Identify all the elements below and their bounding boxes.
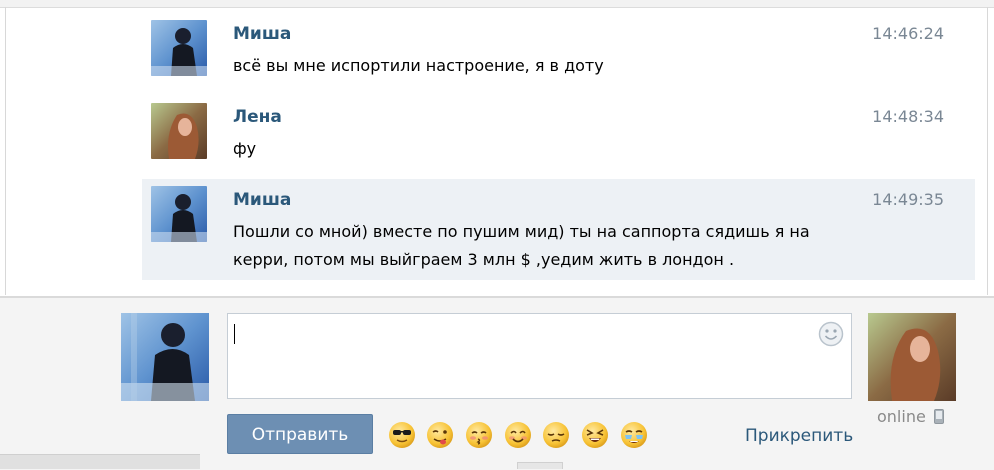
message-text: фу [233, 139, 257, 158]
top-edge [0, 0, 994, 8]
message-text: Пошли со мной) вместе по пушим мид) ты н… [233, 222, 810, 269]
message-text: всё вы мне испортили настроение, я в дот… [233, 56, 604, 75]
message-time: 14:49:35 [872, 190, 944, 209]
history-left-border [5, 7, 6, 295]
attach-link[interactable]: Прикрепить [745, 426, 853, 446]
tearful-emoji-icon[interactable] [620, 421, 648, 449]
my-avatar[interactable] [121, 313, 209, 401]
wink-tongue-emoji-icon[interactable] [426, 421, 454, 449]
pensive-emoji-icon[interactable] [542, 421, 570, 449]
history-right-border [987, 7, 988, 295]
misha-avatar[interactable] [151, 20, 207, 76]
lena-avatar[interactable] [151, 103, 207, 159]
message-item: Миша 14:46:24 всё вы мне испортили настр… [142, 14, 975, 94]
text-caret [234, 324, 235, 344]
laughing-emoji-icon[interactable] [581, 421, 609, 449]
smile-icon[interactable] [818, 321, 844, 347]
kiss-emoji-icon[interactable] [465, 421, 493, 449]
send-button[interactable]: Отправить [227, 414, 373, 454]
message-item: Лена 14:48:34 фу [142, 97, 975, 177]
message-time: 14:46:24 [872, 24, 944, 43]
message-input[interactable] [227, 313, 852, 399]
mobile-phone-icon [934, 409, 944, 424]
smile-emoji-icon[interactable] [504, 421, 532, 449]
cool-sunglasses-emoji-icon[interactable] [388, 421, 416, 449]
peer-avatar[interactable] [868, 313, 956, 401]
message-time: 14:48:34 [872, 107, 944, 126]
message-author[interactable]: Миша [233, 24, 291, 44]
message-item-highlighted: Миша 14:49:35 Пошли со мной) вместе по п… [142, 179, 975, 280]
message-author[interactable]: Лена [233, 107, 282, 127]
peer-status: online [877, 407, 926, 426]
message-author[interactable]: Миша [233, 190, 291, 210]
misha-avatar[interactable] [151, 186, 207, 242]
bottom-strip [0, 454, 200, 469]
